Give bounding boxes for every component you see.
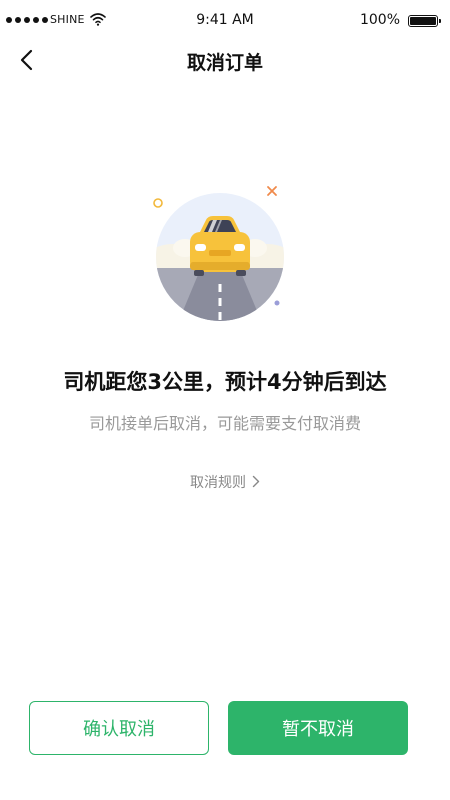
car-illustration <box>153 186 284 321</box>
cancel-rules-label: 取消规则 <box>190 475 246 491</box>
battery-percent: 100% <box>359 12 400 28</box>
cancel-rules-link[interactable]: 取消规则 <box>0 472 450 492</box>
decor-dot <box>274 300 280 306</box>
driver-eta-headline: 司机距您3公里，预计4分钟后到达 <box>63 370 387 394</box>
keep-order-button[interactable]: 暂不取消 <box>228 701 408 755</box>
decor-cross-icon <box>267 186 277 196</box>
battery-icon <box>408 15 441 27</box>
page-title: 取消订单 <box>186 52 263 74</box>
nav-bar: 取消订单 <box>0 38 450 82</box>
confirm-cancel-button[interactable]: 确认取消 <box>29 701 209 755</box>
chevron-right-icon <box>252 475 260 488</box>
decor-ring <box>153 198 163 208</box>
cancel-fee-notice: 司机接单后取消，可能需要支付取消费 <box>88 414 361 433</box>
